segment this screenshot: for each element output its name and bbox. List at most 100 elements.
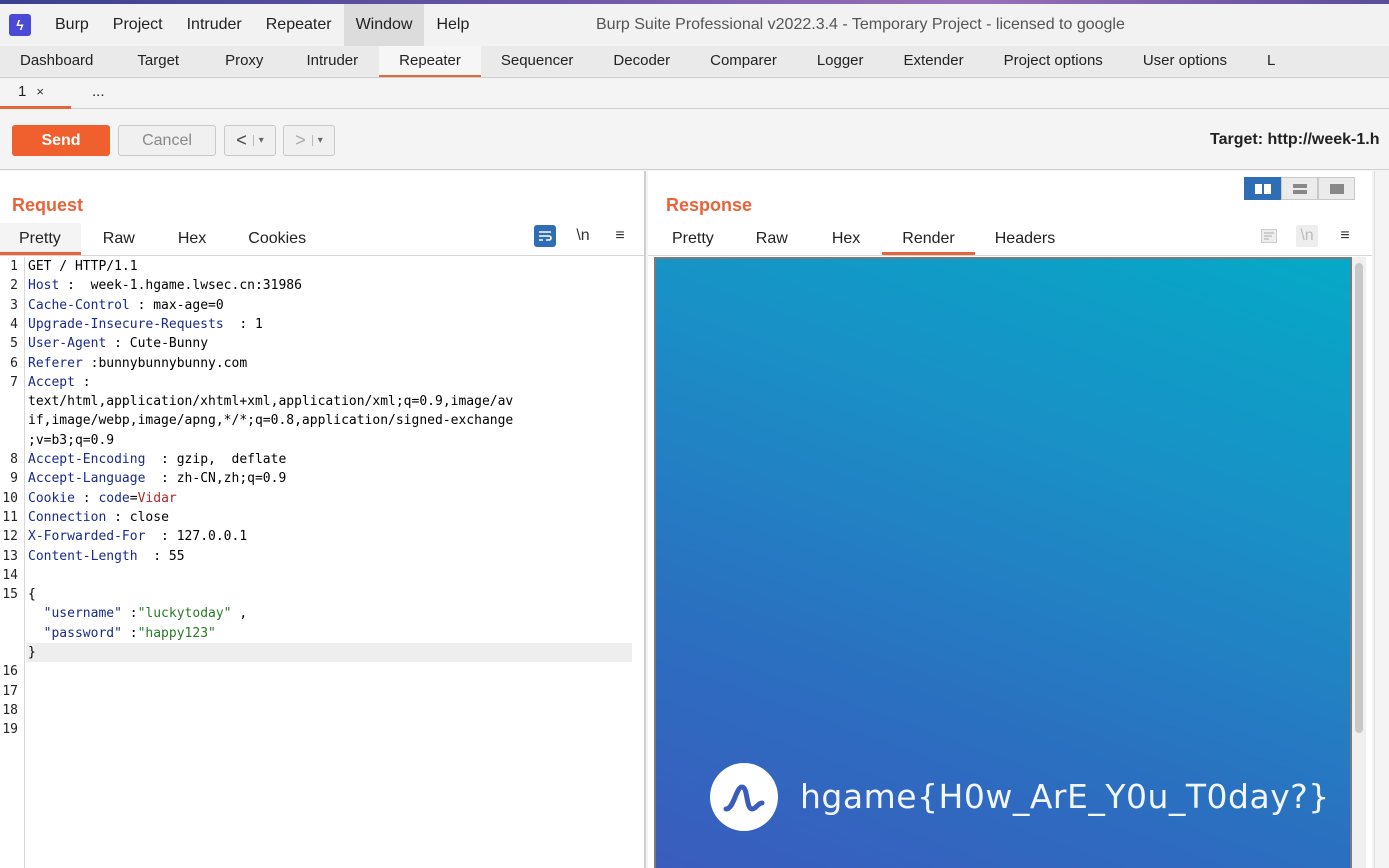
repeater-tab-more[interactable]: ... bbox=[71, 78, 126, 109]
menu-window[interactable]: Window bbox=[343, 4, 425, 46]
line-number: 9 bbox=[10, 471, 18, 487]
request-tab-cookies[interactable]: Cookies bbox=[227, 223, 327, 255]
response-tab-raw[interactable]: Raw bbox=[734, 223, 810, 255]
tab-project-options[interactable]: Project options bbox=[984, 46, 1123, 77]
line-number: 13 bbox=[2, 548, 18, 564]
menu-repeater[interactable]: Repeater bbox=[254, 4, 344, 46]
main-tab-bar: Dashboard Target Proxy Intruder Repeater… bbox=[0, 46, 1389, 78]
render-scrollbar[interactable] bbox=[1352, 257, 1366, 868]
tab-intruder[interactable]: Intruder bbox=[285, 46, 379, 77]
line-number: 5 bbox=[10, 336, 18, 352]
dropdown-arrow-icon[interactable]: ▾ bbox=[311, 135, 323, 146]
code-text: ;v=b3;q=0.9 bbox=[28, 431, 114, 450]
header-name: Cookie bbox=[28, 490, 75, 506]
header-value: : week-1.hgame.lwsec.cn:31986 bbox=[59, 278, 302, 294]
request-tab-pretty[interactable]: Pretty bbox=[0, 223, 81, 255]
target-label[interactable]: Target: http://week-1.h bbox=[1210, 131, 1380, 149]
header-name: Content-Length bbox=[28, 548, 138, 564]
menu-project[interactable]: Project bbox=[101, 4, 175, 46]
hamburger-menu-icon[interactable]: ≡ bbox=[1334, 225, 1356, 247]
code-text: Content-Length : 55 bbox=[28, 547, 185, 566]
header-value: : gzip, deflate bbox=[145, 452, 287, 467]
header-value: : bbox=[74, 374, 91, 390]
response-tab-pretty[interactable]: Pretty bbox=[652, 223, 734, 255]
code-text: "username" :"luckytoday" , bbox=[28, 604, 248, 623]
send-button[interactable]: Send bbox=[12, 125, 110, 156]
header-value: : max-age=0 bbox=[129, 297, 224, 313]
header-name: Accept-Encoding bbox=[28, 452, 146, 467]
header-name: "password" bbox=[28, 625, 122, 641]
header-value: } bbox=[28, 645, 36, 660]
code-text: if,image/webp,image/apng,*/*;q=0.8,appli… bbox=[28, 411, 513, 430]
tab-proxy[interactable]: Proxy bbox=[203, 46, 285, 77]
response-title: Response bbox=[666, 195, 753, 215]
response-tab-headers[interactable]: Headers bbox=[975, 223, 1075, 255]
request-title: Request bbox=[12, 195, 84, 215]
response-tab-render[interactable]: Render bbox=[882, 223, 975, 255]
header-name: Referer bbox=[28, 355, 83, 371]
header-value: : 1 bbox=[223, 316, 263, 332]
menu-help[interactable]: Help bbox=[424, 4, 481, 46]
line-number: 3 bbox=[10, 297, 18, 313]
header-name: Upgrade-Insecure-Requests bbox=[28, 316, 224, 332]
request-tab-hex[interactable]: Hex bbox=[157, 223, 227, 255]
header-value: ;v=b3;q=0.9 bbox=[28, 432, 115, 448]
split-horizontal-layout-icon[interactable] bbox=[1244, 177, 1281, 200]
gutter-divider bbox=[24, 257, 25, 868]
word-wrap-icon[interactable] bbox=[534, 225, 556, 247]
scrollbar-thumb[interactable] bbox=[1355, 263, 1363, 733]
menu-bar: ϟ Burp Project Intruder Repeater Window … bbox=[0, 4, 1389, 46]
header-value: : 55 bbox=[137, 548, 185, 564]
tab-target[interactable]: Target bbox=[113, 46, 203, 77]
tab-extender[interactable]: Extender bbox=[884, 46, 984, 77]
repeater-tab-1[interactable]: 1 × bbox=[0, 78, 71, 109]
chevron-right-icon: > bbox=[295, 130, 306, 150]
chevron-left-icon: < bbox=[236, 130, 247, 150]
header-value: : bbox=[121, 625, 138, 641]
tab-repeater[interactable]: Repeater bbox=[379, 46, 481, 77]
hamburger-menu-icon[interactable]: ≡ bbox=[609, 225, 631, 247]
menu-burp[interactable]: Burp bbox=[43, 4, 101, 46]
line-number: 11 bbox=[2, 509, 18, 525]
history-forward-button[interactable]: > ▾ bbox=[283, 125, 335, 156]
history-back-button[interactable]: < ▾ bbox=[224, 125, 276, 156]
menu-intruder[interactable]: Intruder bbox=[175, 4, 254, 46]
header-name: Host bbox=[28, 278, 60, 294]
header-value: :bunnybunnybunny.com bbox=[82, 355, 248, 371]
line-number: 16 bbox=[2, 664, 18, 680]
close-icon[interactable]: × bbox=[36, 84, 44, 99]
header-name: Accept-Language bbox=[28, 471, 146, 487]
tab-comparer[interactable]: Comparer bbox=[690, 46, 797, 77]
header-value: : 127.0.0.1 bbox=[145, 529, 248, 545]
response-view-tabs: Pretty Raw Hex Render Headers bbox=[652, 223, 1075, 255]
split-vertical-layout-icon[interactable] bbox=[1281, 177, 1318, 200]
pane-divider bbox=[0, 255, 644, 256]
header-name: Cache-Control bbox=[28, 297, 130, 313]
header-value: : close bbox=[106, 509, 169, 525]
line-number: 18 bbox=[2, 702, 18, 718]
tabbed-layout-icon[interactable] bbox=[1318, 177, 1355, 200]
header-value: : bbox=[121, 606, 138, 622]
header-value: Vidar bbox=[137, 490, 177, 506]
request-editor[interactable]: 1 GET / HTTP/1.1 2 Host : week-1.hgame.lwse… bbox=[0, 257, 644, 868]
tab-sequencer[interactable]: Sequencer bbox=[481, 46, 594, 77]
header-value: "luckytoday" bbox=[137, 606, 232, 622]
response-tab-hex[interactable]: Hex bbox=[810, 223, 882, 255]
tab-user-options[interactable]: User options bbox=[1123, 46, 1247, 77]
dropdown-arrow-icon[interactable]: ▾ bbox=[252, 135, 264, 146]
newline-toggle-icon[interactable]: \n bbox=[572, 225, 594, 247]
cancel-button[interactable]: Cancel bbox=[118, 125, 216, 156]
code-text: Accept : bbox=[28, 373, 91, 392]
code-text: Upgrade-Insecure-Requests : 1 bbox=[28, 315, 263, 334]
repeater-toolbar: Send Cancel < ▾ > ▾ Target: http://week-… bbox=[0, 109, 1389, 170]
line-number: 8 bbox=[10, 452, 18, 467]
request-tab-raw[interactable]: Raw bbox=[81, 223, 157, 255]
tab-dashboard[interactable]: Dashboard bbox=[0, 46, 113, 77]
tab-decoder[interactable]: Decoder bbox=[593, 46, 690, 77]
code-text: "password" :"happy123" bbox=[28, 624, 216, 643]
line-number: 19 bbox=[2, 722, 18, 738]
tab-logger[interactable]: Logger bbox=[797, 46, 884, 77]
code-text: Cache-Control : max-age=0 bbox=[28, 296, 224, 315]
tab-overflow[interactable]: L bbox=[1247, 46, 1295, 77]
vidar-logo-icon bbox=[710, 763, 778, 831]
